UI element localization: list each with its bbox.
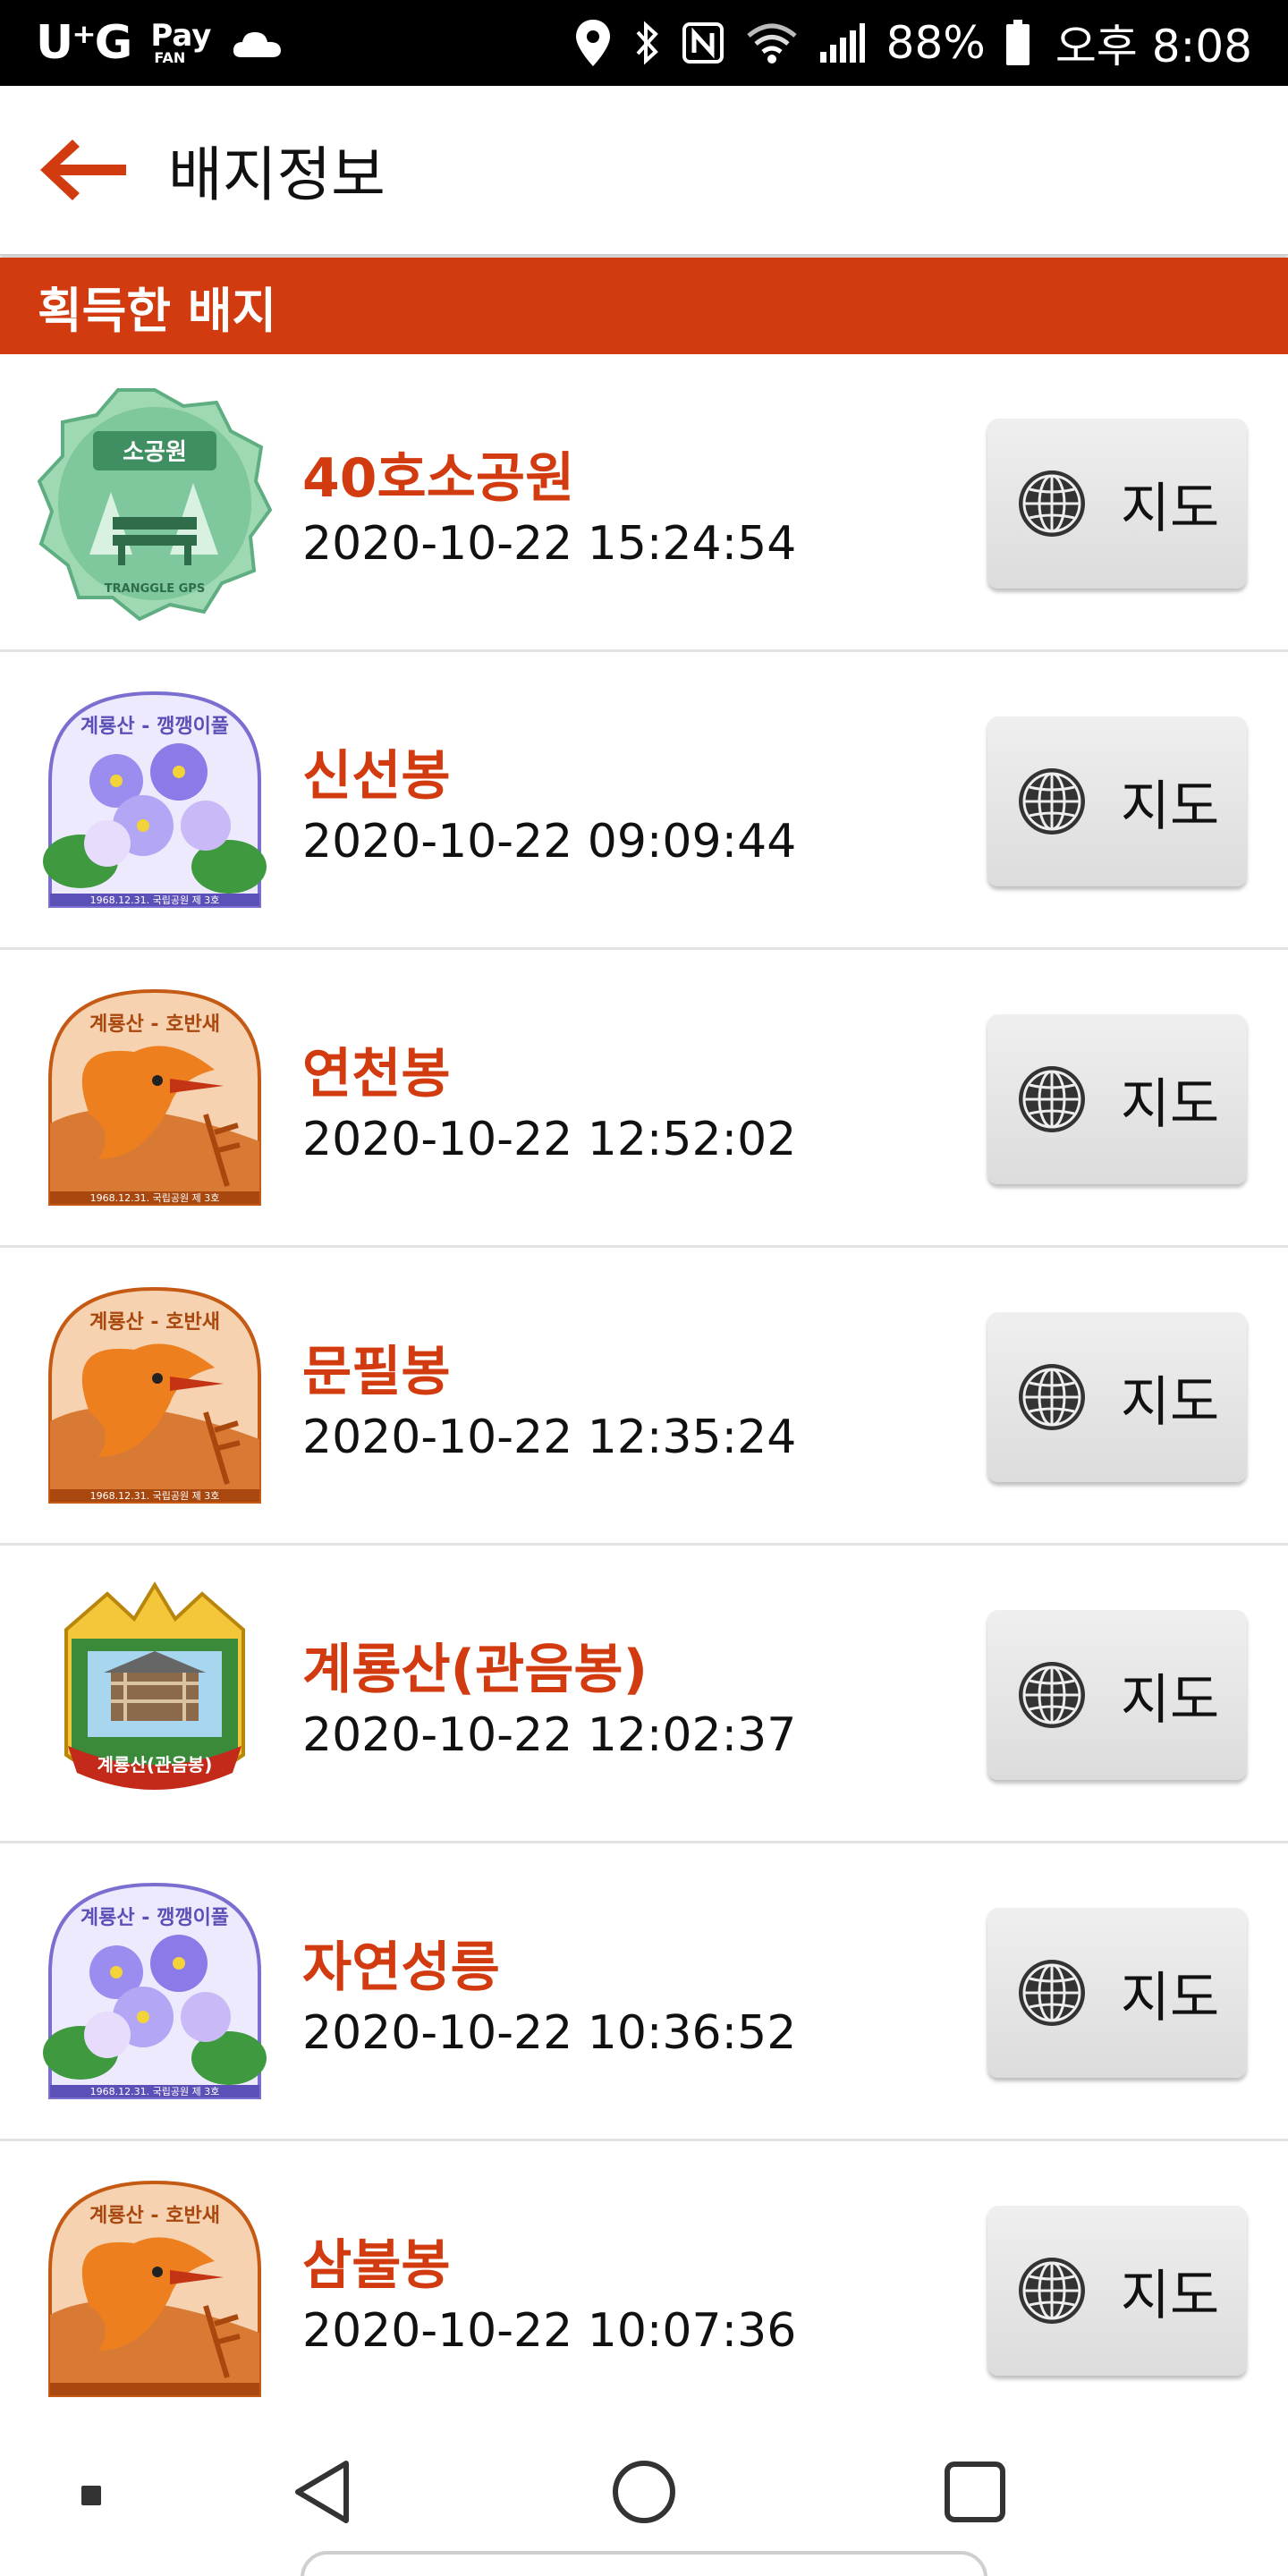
battery-icon: [1005, 20, 1030, 66]
badge-art-title: 소공원: [123, 439, 187, 466]
globe-icon: [1018, 470, 1085, 537]
badge-art-subtitle: 1968.12.31. 국립공원 제 3호: [90, 1192, 220, 1204]
badge-name: 자연성릉: [302, 1936, 500, 1999]
badge-art-subtitle: TRANGGLE GPS: [105, 582, 205, 596]
globe-icon: [1018, 1066, 1085, 1132]
map-button-label: 지도: [1120, 477, 1220, 540]
back-button[interactable]: [29, 116, 136, 224]
badge-name: 신선봉: [302, 745, 451, 808]
map-button-label: 지도: [1120, 1370, 1220, 1434]
pay-fan-logo: Pay FAN: [150, 21, 211, 65]
pay-sub: FAN: [154, 49, 186, 66]
map-button[interactable]: 지도: [987, 1312, 1247, 1482]
badge-acquired-date: 2020-10-22 15:24:54: [302, 517, 797, 571]
globe-icon: [1018, 1364, 1085, 1430]
pay-brand: Pay: [150, 18, 212, 54]
back-triangle-icon[interactable]: [277, 2447, 367, 2537]
badge-list: 소공원 TRANGGLE GPS 40호소공원 2020-10-22 15:24:54…: [0, 354, 1288, 2439]
badge-acquired-date: 2020-10-22 10:36:52: [302, 2006, 797, 2060]
badge-name: 40호소공원: [302, 447, 575, 510]
badge-acquired-date: 2020-10-22 10:07:36: [302, 2304, 797, 2358]
status-bar: U⁺G Pay FAN 88% 오후 8:08: [0, 0, 1288, 86]
badge-name: 계룡산(관음봉): [302, 1639, 648, 1701]
signal-icon: [818, 21, 867, 64]
badge-name: 연천봉: [302, 1043, 451, 1106]
badge-row[interactable]: 계룡산 - 호반새 1968.12.31. 국립공원 제 3호 연천봉 2020-10…: [0, 950, 1288, 1248]
gesture-pill[interactable]: [301, 2551, 987, 2576]
badge-image: 계룡산 - 깽깽이풀 1968.12.31. 국립공원 제 3호: [36, 682, 274, 920]
badge-row[interactable]: 계룡산 - 깽깽이풀 1968.12.31. 국립공원 제 3호 신선봉 2020-1…: [0, 652, 1288, 950]
nfc-icon: [681, 21, 725, 65]
map-button[interactable]: 지도: [987, 419, 1247, 589]
status-left: U⁺G Pay FAN: [36, 16, 284, 70]
badge-image: 소공원 TRANGGLE GPS: [36, 385, 274, 623]
badge-row[interactable]: 계룡산 - 호반새 1968.12.31. 국립공원 제 3호 문필봉 2020-10…: [0, 1248, 1288, 1546]
app-bar: 배지정보: [0, 86, 1288, 256]
badge-name: 삼불봉: [302, 2234, 451, 2297]
recents-square-icon[interactable]: [930, 2447, 1020, 2537]
badge-row[interactable]: 계룡산 - 호반새삼불봉 2020-10-22 10:07:36 지도: [0, 2141, 1288, 2439]
badge-name: 문필봉: [302, 1341, 451, 1403]
map-button-label: 지도: [1120, 2264, 1220, 2327]
badge-row[interactable]: 소공원 TRANGGLE GPS 40호소공원 2020-10-22 15:24:54…: [0, 354, 1288, 652]
clock: 오후 8:08: [1055, 21, 1252, 72]
map-button[interactable]: 지도: [987, 716, 1247, 886]
badge-art-title: 계룡산(관음봉): [97, 1754, 213, 1775]
globe-icon: [1018, 2258, 1085, 2324]
badge-art-subtitle: 1968.12.31. 국립공원 제 3호: [90, 894, 220, 906]
globe-icon: [1018, 1662, 1085, 1728]
map-button-label: 지도: [1120, 775, 1220, 838]
badge-acquired-date: 2020-10-22 12:35:24: [302, 1411, 797, 1464]
map-button[interactable]: 지도: [987, 1014, 1247, 1184]
system-nav-bar: [0, 2402, 1288, 2576]
map-button-label: 지도: [1120, 1966, 1220, 2029]
badge-acquired-date: 2020-10-22 12:02:37: [302, 1708, 797, 1762]
badge-image: 계룡산 - 호반새 1968.12.31. 국립공원 제 3호: [36, 980, 274, 1218]
map-button-label: 지도: [1120, 1072, 1220, 1136]
badge-acquired-date: 2020-10-22 12:52:02: [302, 1113, 797, 1166]
badge-art-title: 계룡산 - 깽깽이풀: [80, 1907, 229, 1929]
badge-image: 계룡산(관음봉): [36, 1576, 274, 1814]
globe-icon: [1018, 1960, 1085, 2026]
arrow-left-icon: [40, 140, 126, 200]
badge-art-subtitle: 1968.12.31. 국립공원 제 3호: [90, 2086, 220, 2097]
map-button[interactable]: 지도: [987, 2206, 1247, 2376]
map-button[interactable]: 지도: [987, 1610, 1247, 1780]
badge-image: 계룡산 - 호반새: [36, 2172, 274, 2410]
badge-art-title: 계룡산 - 깽깽이풀: [80, 716, 229, 738]
globe-icon: [1018, 768, 1085, 835]
badge-art-title: 계룡산 - 호반새: [89, 1311, 220, 1334]
location-icon: [573, 18, 613, 68]
bluetooth-icon: [632, 20, 661, 66]
carrier-label: U⁺G: [36, 16, 132, 70]
map-button[interactable]: 지도: [987, 1908, 1247, 2078]
badge-art-subtitle: 1968.12.31. 국립공원 제 3호: [90, 1490, 220, 1502]
section-header-earned-badges: 획득한 배지: [0, 258, 1288, 354]
badge-art-title: 계룡산 - 호반새: [89, 1013, 220, 1036]
badge-row[interactable]: 계룡산(관음봉) 계룡산(관음봉) 2020-10-22 12:02:37 지도: [0, 1546, 1288, 1843]
badge-art-title: 계룡산 - 호반새: [89, 2205, 220, 2227]
status-right: 88% 오후 8:08: [573, 11, 1252, 75]
wifi-icon: [745, 21, 799, 64]
badge-image: 계룡산 - 호반새 1968.12.31. 국립공원 제 3호: [36, 1278, 274, 1516]
page-title: 배지정보: [168, 140, 386, 209]
home-circle-icon[interactable]: [599, 2447, 689, 2537]
battery-percent: 88%: [886, 17, 986, 69]
dot-icon[interactable]: [75, 2479, 107, 2512]
map-button-label: 지도: [1120, 1668, 1220, 1732]
badge-image: 계룡산 - 깽깽이풀 1968.12.31. 국립공원 제 3호: [36, 1874, 274, 2112]
badge-acquired-date: 2020-10-22 09:09:44: [302, 815, 797, 869]
badge-row[interactable]: 계룡산 - 깽깽이풀 1968.12.31. 국립공원 제 3호 자연성릉 2020-…: [0, 1843, 1288, 2141]
cloud-icon: [231, 25, 284, 61]
